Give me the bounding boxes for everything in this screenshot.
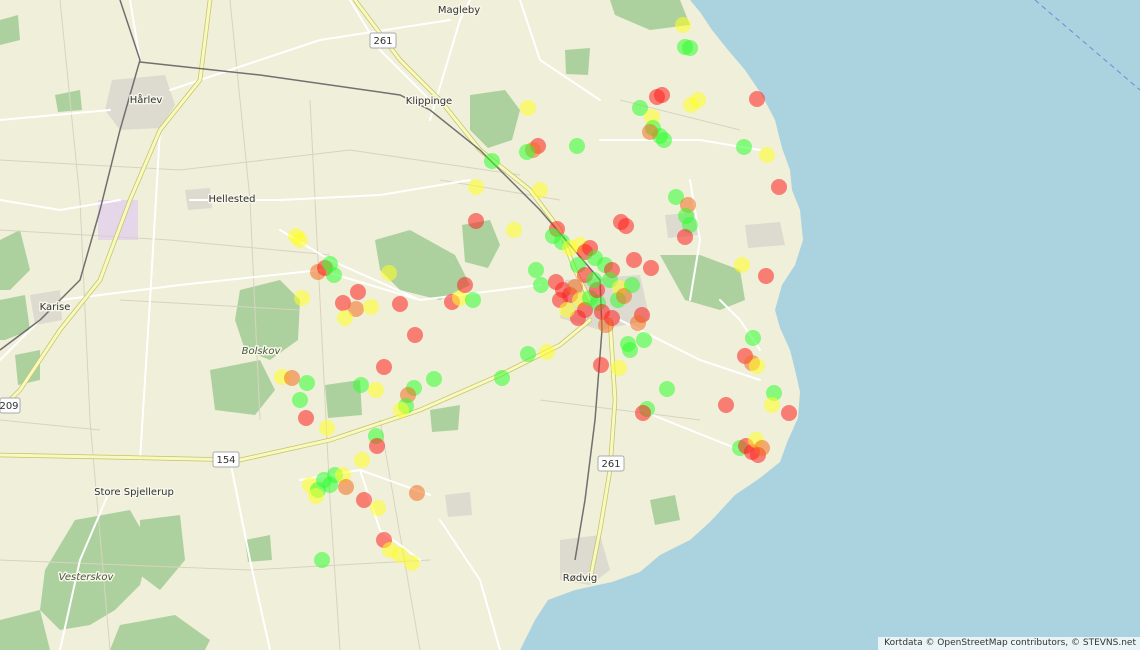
marker-yellow[interactable]: [363, 299, 379, 315]
marker-red[interactable]: [771, 179, 787, 195]
marker-orange[interactable]: [338, 479, 354, 495]
place-label-magleby: Magleby: [438, 5, 480, 16]
marker-green[interactable]: [484, 153, 500, 169]
marker-green[interactable]: [322, 256, 338, 272]
svg-text:154: 154: [216, 455, 235, 466]
marker-yellow[interactable]: [675, 17, 691, 33]
marker-green[interactable]: [682, 40, 698, 56]
marker-green[interactable]: [659, 381, 675, 397]
marker-red[interactable]: [468, 213, 484, 229]
place-label-store-spjellerup: Store Spjellerup: [94, 487, 174, 498]
road-shield-154: 154: [212, 451, 240, 468]
marker-orange[interactable]: [284, 370, 300, 386]
marker-yellow[interactable]: [468, 179, 484, 195]
marker-green[interactable]: [299, 375, 315, 391]
marker-green[interactable]: [620, 336, 636, 352]
marker-red[interactable]: [356, 492, 372, 508]
marker-yellow[interactable]: [381, 265, 397, 281]
marker-yellow[interactable]: [559, 302, 575, 318]
marker-red[interactable]: [369, 438, 385, 454]
marker-green[interactable]: [520, 346, 536, 362]
marker-yellow[interactable]: [539, 344, 555, 360]
marker-red[interactable]: [392, 296, 408, 312]
marker-yellow[interactable]: [404, 555, 420, 571]
marker-yellow[interactable]: [734, 257, 750, 273]
marker-yellow[interactable]: [611, 360, 627, 376]
marker-red[interactable]: [781, 405, 797, 421]
marker-green[interactable]: [292, 392, 308, 408]
marker-red[interactable]: [376, 359, 392, 375]
map-canvas[interactable]: 261 154 209 261 Magleby Hårlev Klippinge…: [0, 0, 1140, 650]
marker-red[interactable]: [718, 397, 734, 413]
road-shield-261-north: 261: [369, 32, 397, 49]
place-label-harlev: Hårlev: [130, 93, 163, 106]
marker-red[interactable]: [457, 277, 473, 293]
svg-text:261: 261: [601, 459, 620, 470]
marker-yellow[interactable]: [393, 402, 409, 418]
marker-green[interactable]: [736, 139, 752, 155]
marker-red[interactable]: [758, 268, 774, 284]
place-label-hellested: Hellested: [208, 194, 255, 205]
marker-red[interactable]: [298, 410, 314, 426]
place-label-rodvig: Rødvig: [563, 573, 597, 584]
marker-yellow[interactable]: [370, 500, 386, 516]
marker-yellow[interactable]: [759, 147, 775, 163]
marker-red[interactable]: [649, 89, 665, 105]
marker-red[interactable]: [618, 218, 634, 234]
marker-orange[interactable]: [642, 124, 658, 140]
marker-yellow[interactable]: [292, 232, 308, 248]
marker-yellow[interactable]: [520, 100, 536, 116]
marker-red[interactable]: [407, 327, 423, 343]
marker-red[interactable]: [643, 260, 659, 276]
marker-green[interactable]: [745, 330, 761, 346]
place-label-klippinge: Klippinge: [406, 96, 452, 107]
marker-orange[interactable]: [409, 485, 425, 501]
marker-red[interactable]: [350, 284, 366, 300]
marker-green[interactable]: [636, 332, 652, 348]
marker-yellow[interactable]: [749, 358, 765, 374]
marker-red[interactable]: [593, 357, 609, 373]
marker-red[interactable]: [749, 91, 765, 107]
marker-red[interactable]: [677, 229, 693, 245]
marker-yellow[interactable]: [683, 97, 699, 113]
marker-yellow[interactable]: [368, 382, 384, 398]
marker-green[interactable]: [494, 370, 510, 386]
marker-red[interactable]: [626, 252, 642, 268]
marker-yellow[interactable]: [308, 488, 324, 504]
place-label-karise: Karise: [40, 302, 71, 313]
marker-green[interactable]: [586, 272, 602, 288]
marker-green[interactable]: [353, 377, 369, 393]
marker-orange[interactable]: [630, 315, 646, 331]
place-label-vesterskov: Vesterskov: [59, 572, 115, 583]
marker-green[interactable]: [519, 144, 535, 160]
marker-green[interactable]: [569, 138, 585, 154]
marker-red[interactable]: [604, 310, 620, 326]
marker-red[interactable]: [635, 405, 651, 421]
svg-text:261: 261: [373, 36, 392, 47]
marker-yellow[interactable]: [506, 222, 522, 238]
marker-yellow[interactable]: [337, 310, 353, 326]
place-label-bolskov: Bolskov: [242, 346, 282, 357]
marker-green[interactable]: [624, 277, 640, 293]
marker-green[interactable]: [528, 262, 544, 278]
marker-green[interactable]: [465, 292, 481, 308]
marker-yellow[interactable]: [354, 452, 370, 468]
map-attribution: Kortdata © OpenStreetMap contributors, ©…: [878, 637, 1140, 650]
svg-text:209: 209: [0, 401, 19, 412]
marker-orange[interactable]: [754, 440, 770, 456]
marker-green[interactable]: [314, 552, 330, 568]
marker-yellow[interactable]: [294, 290, 310, 306]
marker-green[interactable]: [533, 277, 549, 293]
marker-yellow[interactable]: [319, 420, 335, 436]
marker-green[interactable]: [656, 132, 672, 148]
marker-yellow[interactable]: [764, 397, 780, 413]
road-shield-261-south: 261: [597, 455, 625, 472]
marker-green[interactable]: [426, 371, 442, 387]
marker-yellow[interactable]: [532, 182, 548, 198]
road-shield-209: 209: [0, 397, 21, 414]
